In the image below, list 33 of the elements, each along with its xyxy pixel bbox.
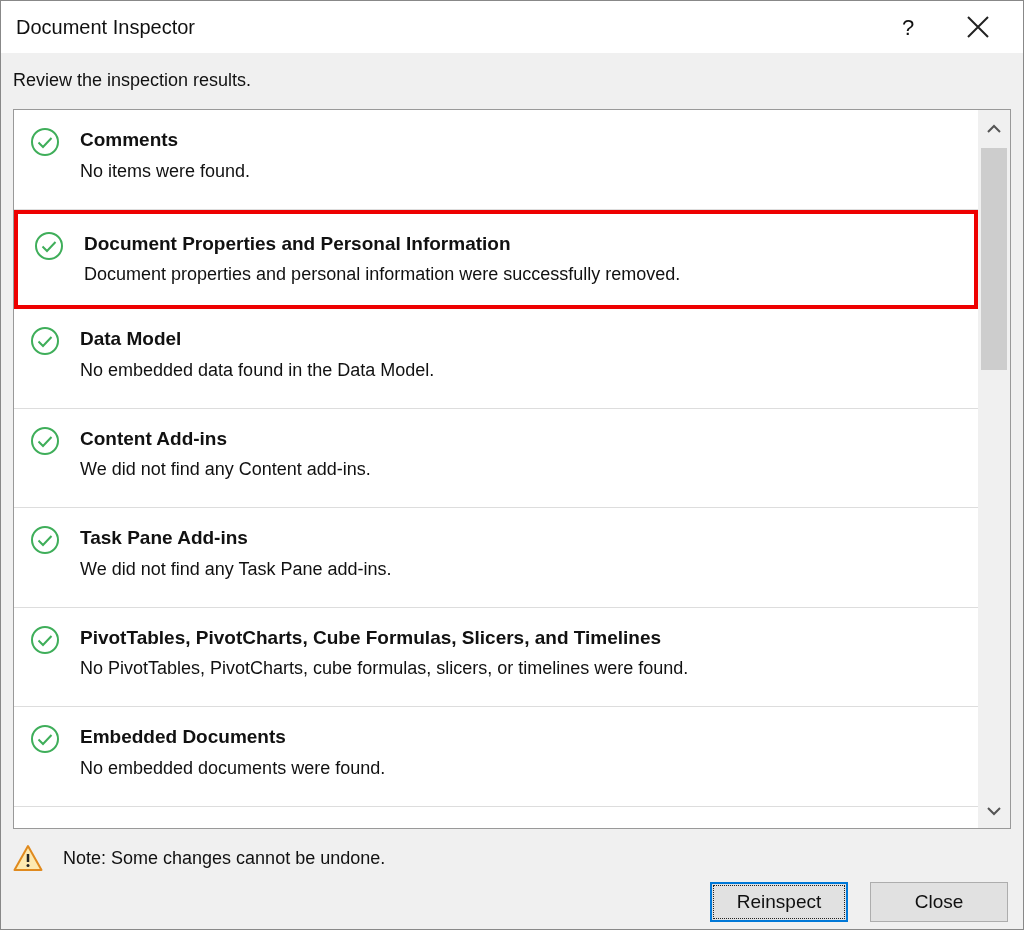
check-circle-icon	[30, 624, 60, 655]
result-description: Document properties and personal information were successfully removed.	[84, 263, 681, 286]
result-description: No PivotTables, PivotCharts, cube formulas, slicers, or timelines were found.	[80, 657, 689, 680]
check-circle-icon	[34, 230, 64, 261]
note-text: Note: Some changes cannot be undone.	[63, 846, 386, 870]
scrollbar[interactable]	[978, 110, 1010, 828]
result-title: Embedded Documents	[80, 725, 287, 749]
result-description: No items were found.	[80, 159, 251, 183]
result-title: Task Pane Add-ins	[80, 526, 249, 550]
instruction-text: Review the inspection results.	[13, 69, 253, 92]
warning-icon	[13, 844, 43, 872]
result-title: Data Model	[80, 327, 183, 351]
check-circle-icon	[30, 326, 60, 356]
result-description: We did not find any Task Pane add-ins.	[80, 557, 392, 581]
result-description: No embedded documents were found.	[80, 756, 386, 780]
help-button[interactable]: ?	[888, 7, 928, 47]
scroll-up-icon[interactable]	[987, 124, 1001, 134]
result-description: We did not find any Content add-ins.	[80, 458, 371, 481]
check-circle-icon	[30, 127, 60, 157]
result-title: Content Add-ins	[80, 426, 229, 451]
check-circle-icon	[30, 525, 60, 555]
window-title: Document Inspector	[16, 15, 196, 40]
scroll-down-icon[interactable]	[987, 806, 1001, 816]
result-title: Comments	[80, 128, 180, 152]
scrollbar-thumb[interactable]	[981, 148, 1007, 370]
result-description: No embedded data found in the Data Model.	[80, 358, 435, 382]
dialog-button[interactable]: Close	[870, 882, 1008, 922]
result-title: Document Properties and Personal Information	[84, 231, 512, 256]
dialog-button[interactable]: Reinspect	[710, 882, 848, 922]
result-title: PivotTables, PivotCharts, Cube Formulas, Slicers, and Timelines	[80, 625, 663, 650]
close-icon	[967, 16, 989, 38]
check-circle-icon	[30, 724, 60, 754]
check-circle-icon	[30, 425, 60, 456]
